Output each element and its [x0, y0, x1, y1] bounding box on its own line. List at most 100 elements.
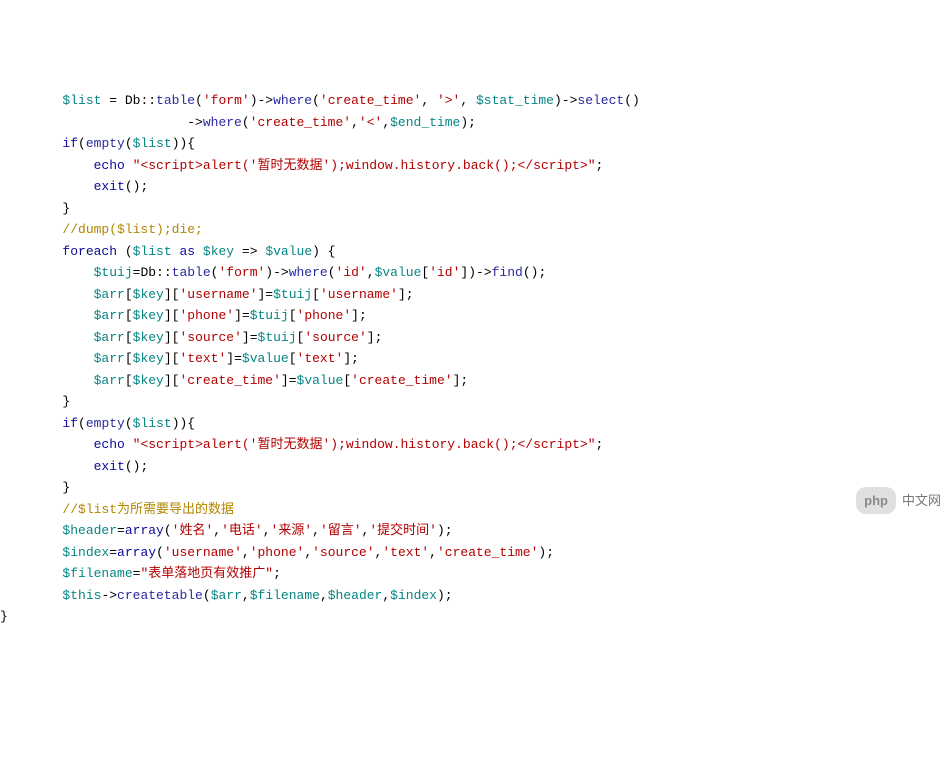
code-token: "<script>alert('暂时无数据');window.history.b…	[133, 158, 596, 173]
code-token: ,	[460, 93, 476, 108]
code-token: $index	[62, 545, 109, 560]
code-token: $value	[297, 373, 344, 388]
code-token: $arr	[94, 373, 125, 388]
code-token: 'username'	[179, 287, 257, 302]
code-token: ();	[125, 459, 148, 474]
code-token: (	[312, 93, 320, 108]
code-token: =	[133, 566, 141, 581]
code-token: $arr	[211, 588, 242, 603]
code-token: [	[125, 330, 133, 345]
code-token: '<'	[359, 115, 382, 130]
code-token: $key	[133, 330, 164, 345]
code-token: ();	[523, 265, 546, 280]
code-token: }	[62, 394, 70, 409]
code-line: $header=array('姓名','电话','来源','留言','提交时间'…	[0, 520, 949, 542]
code-token: $key	[203, 244, 234, 259]
code-token: find	[492, 265, 523, 280]
code-token: );	[460, 115, 476, 130]
code-token: $value	[242, 351, 289, 366]
code-token: (	[195, 93, 203, 108]
code-token: (	[242, 115, 250, 130]
code-token: 'id'	[429, 265, 460, 280]
code-token: )->	[265, 265, 288, 280]
code-token: foreach	[62, 244, 117, 259]
code-token: 'create_time'	[351, 373, 452, 388]
code-token: (	[78, 416, 86, 431]
code-token: )->	[554, 93, 577, 108]
code-token: = Db::	[101, 93, 156, 108]
code-token: (	[328, 265, 336, 280]
code-token: [	[125, 351, 133, 366]
code-token: ,	[263, 523, 271, 538]
code-token: ,	[421, 93, 437, 108]
code-token: [	[343, 373, 351, 388]
code-token: 'create_time'	[179, 373, 280, 388]
code-token: as	[179, 244, 195, 259]
code-line: foreach ($list as $key => $value) {	[0, 241, 949, 263]
code-token: echo	[94, 437, 125, 452]
code-token: exit	[94, 459, 125, 474]
code-token: (	[117, 244, 133, 259]
code-token: echo	[94, 158, 125, 173]
code-token: $header	[328, 588, 383, 603]
code-token: (	[78, 136, 86, 151]
code-line: //$list为所需要导出的数据	[0, 499, 949, 521]
code-token: ]=	[281, 373, 297, 388]
code-token	[125, 437, 133, 452]
code-token: $tuij	[273, 287, 312, 302]
code-token: $filename	[62, 566, 132, 581]
code-token: "<script>alert('暂时无数据');window.history.b…	[133, 437, 596, 452]
code-line: if(empty($list)){	[0, 133, 949, 155]
code-token: ][	[164, 373, 180, 388]
code-token: table	[156, 93, 195, 108]
code-line: }	[0, 477, 949, 499]
code-token: ->	[187, 115, 203, 130]
code-token: }	[0, 609, 8, 624]
code-token: $arr	[94, 287, 125, 302]
code-token: $key	[133, 351, 164, 366]
code-token: ,	[213, 523, 221, 538]
code-token: ,	[375, 545, 383, 560]
code-token: [	[289, 308, 297, 323]
code-token: ]=	[226, 351, 242, 366]
code-token: ][	[164, 351, 180, 366]
code-token: ];	[343, 351, 359, 366]
code-token: ]=	[242, 330, 258, 345]
code-token: where	[273, 93, 312, 108]
code-token: =	[109, 545, 117, 560]
code-token: where	[203, 115, 242, 130]
code-token: 'create_time'	[250, 115, 351, 130]
code-token: 'text'	[297, 351, 344, 366]
code-line: $arr[$key]['text']=$value['text'];	[0, 348, 949, 370]
code-token: ,	[304, 545, 312, 560]
code-line: $list = Db::table('form')->where('create…	[0, 90, 949, 112]
code-line: $index=array('username','phone','source'…	[0, 542, 949, 564]
code-line: exit();	[0, 456, 949, 478]
code-token: ->	[101, 588, 117, 603]
code-token: 'source'	[179, 330, 241, 345]
code-line: $tuij=Db::table('form')->where('id',$val…	[0, 262, 949, 284]
code-token: 'text'	[382, 545, 429, 560]
code-line: $arr[$key]['username']=$tuij['username']…	[0, 284, 949, 306]
code-token: (	[203, 588, 211, 603]
code-token: $key	[133, 308, 164, 323]
code-token: array	[117, 545, 156, 560]
code-token: [	[125, 308, 133, 323]
code-token: empty	[86, 416, 125, 431]
code-token: ]=	[234, 308, 250, 323]
code-token: table	[172, 265, 211, 280]
code-token: ];	[453, 373, 469, 388]
code-token: =	[117, 523, 125, 538]
code-token: 'source'	[312, 545, 374, 560]
code-token: ];	[351, 308, 367, 323]
code-token: $key	[133, 287, 164, 302]
code-token: (	[125, 416, 133, 431]
code-token: '提交时间'	[369, 523, 437, 538]
code-line: if(empty($list)){	[0, 413, 949, 435]
code-line: }	[0, 391, 949, 413]
code-token: 'create_time'	[320, 93, 421, 108]
code-token: $list	[133, 416, 172, 431]
code-line: $arr[$key]['create_time']=$value['create…	[0, 370, 949, 392]
code-token: ();	[125, 179, 148, 194]
code-token: ,	[429, 545, 437, 560]
